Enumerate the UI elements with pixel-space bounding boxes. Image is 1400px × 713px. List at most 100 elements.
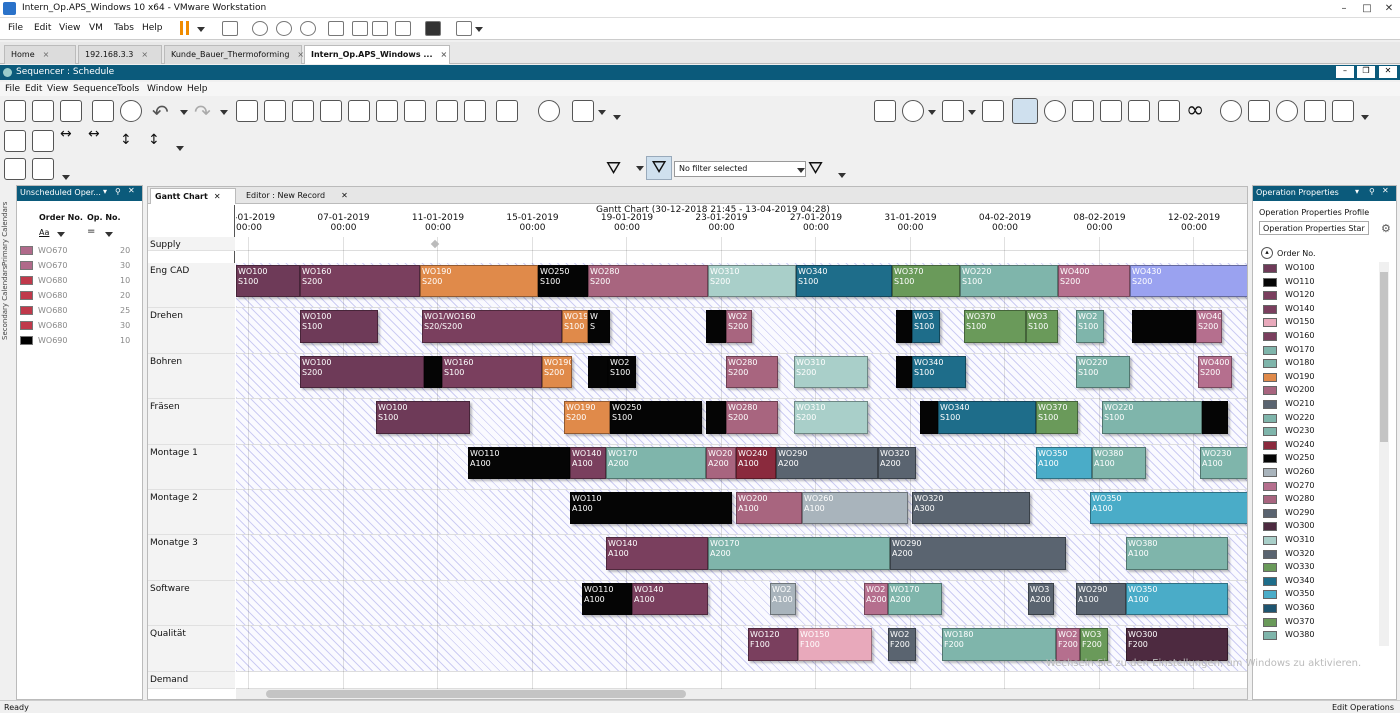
operation-bar[interactable]: WO140 A100 (570, 447, 606, 479)
operation-bar[interactable]: WO190 S200 (420, 265, 538, 297)
order-row[interactable]: WO340 (1261, 575, 1379, 588)
order-row[interactable]: WO140 (1261, 303, 1379, 316)
operation-bar[interactable]: WO1/WO160 S20/S200 (422, 310, 562, 343)
order-row[interactable]: WO250 (1261, 452, 1379, 465)
vm-tab-home[interactable]: Home × (4, 45, 76, 64)
operation-bar[interactable]: WO3 S100 (1026, 310, 1058, 343)
operation-bar[interactable]: WO20 A200 (706, 447, 736, 479)
operation-bar[interactable]: WO100 S100 (376, 401, 470, 434)
sequence-icon[interactable] (464, 100, 486, 122)
operation-bar[interactable]: WO100 S100 (300, 310, 378, 343)
operation-bar[interactable] (706, 310, 726, 343)
filter-text-input[interactable]: Aa (39, 228, 49, 237)
grid-icon[interactable] (4, 130, 26, 152)
operation-bar[interactable]: WO400 S200 (1198, 356, 1232, 388)
chevron-down-icon[interactable] (197, 27, 205, 32)
profile-select[interactable]: Operation Properties Star (1259, 221, 1369, 235)
operation-bar[interactable]: WO140 A100 (606, 537, 708, 570)
operation-bar[interactable] (424, 356, 442, 388)
horizontal-scrollbar[interactable] (236, 689, 1247, 699)
operation-bar[interactable]: WO19 S100 (562, 310, 588, 343)
operation-bar[interactable]: WO370 S100 (892, 265, 960, 297)
operation-bar[interactable]: WO160 S200 (300, 265, 420, 297)
collapse-icon[interactable]: ▴ (1261, 247, 1273, 259)
operation-bar[interactable]: WO350 A100 (1036, 447, 1092, 479)
order-row[interactable]: WO350 (1261, 588, 1379, 601)
operation-bar[interactable]: WO170 A200 (606, 447, 706, 479)
close-icon[interactable]: ✕ (1382, 186, 1389, 195)
unscheduled-row[interactable]: WO680 30 (18, 318, 142, 333)
sort-order-icon[interactable] (942, 100, 964, 122)
app-menu-edit[interactable]: Edit (25, 84, 42, 94)
chevron-down-icon[interactable] (968, 110, 976, 115)
maximize-icon[interactable]: □ (1355, 1, 1379, 16)
operation-bar[interactable] (896, 310, 912, 343)
validate-icon[interactable] (1220, 100, 1242, 122)
check-circle-icon[interactable] (120, 100, 142, 122)
grid-tools-icon[interactable] (1158, 100, 1180, 122)
app-minimize-icon[interactable]: – (1336, 66, 1354, 78)
operation-bar[interactable]: WO250 S100 (610, 401, 702, 434)
dropdown-icon[interactable]: ▾ (1355, 187, 1359, 196)
operation-bar[interactable]: WO110 A100 (570, 492, 732, 524)
operation-bar[interactable]: WO290 A100 (1076, 583, 1126, 615)
expand-width-icon[interactable]: ↔ (60, 126, 72, 142)
order-row[interactable]: WO100 (1261, 262, 1379, 275)
order-row[interactable]: WO150 (1261, 316, 1379, 329)
app-close-icon[interactable]: ✕ (1379, 66, 1397, 78)
chevron-down-icon[interactable] (176, 146, 184, 151)
order-row[interactable]: WO160 (1261, 330, 1379, 343)
order-row[interactable]: WO210 (1261, 398, 1379, 411)
app-menu-tools[interactable]: Tools (117, 84, 139, 94)
operation-bar[interactable]: WO3 F200 (1080, 628, 1108, 661)
tab-gantt-chart[interactable]: Gantt Chart ✕ (150, 188, 236, 204)
order-row[interactable]: WO300 (1261, 520, 1379, 533)
resource-lane[interactable] (236, 237, 1247, 251)
send-keys-icon[interactable] (222, 21, 238, 36)
unscheduled-row[interactable]: WO690 10 (18, 333, 142, 348)
operation-bar[interactable]: WO380 A100 (1126, 537, 1228, 570)
sheet-icon[interactable] (1304, 100, 1326, 122)
chevron-down-icon[interactable] (57, 232, 65, 237)
unscheduled-row[interactable]: WO670 30 (18, 258, 142, 273)
operation-bar[interactable]: WO230 A100 (1200, 447, 1247, 479)
secondary-calendars-tab[interactable]: Secondary Calendars (1, 260, 15, 340)
operation-bar[interactable]: WO220 S100 (960, 265, 1058, 297)
unscheduled-row[interactable]: WO670 20 (18, 243, 142, 258)
swap-icon[interactable] (982, 100, 1004, 122)
save-icon[interactable] (60, 100, 82, 122)
operation-bar[interactable]: WO200 A100 (736, 492, 802, 524)
thumbnail-icon[interactable] (352, 21, 368, 36)
unscheduled-row[interactable]: WO680 25 (18, 303, 142, 318)
stretch-icon[interactable] (456, 21, 472, 36)
shrink-height-icon[interactable]: ↕ (148, 132, 160, 148)
shrink-width-icon[interactable]: ↔ (88, 126, 100, 142)
table-view-icon[interactable] (236, 100, 258, 122)
gear-icon[interactable]: ⚙ (1381, 222, 1391, 235)
operation-bar[interactable]: WO260 A100 (802, 492, 908, 524)
gantt-area[interactable]: 03-01-201900:0007-01-201900:0011-01-2019… (236, 205, 1247, 689)
toolbar-overflow-icon[interactable] (613, 115, 621, 120)
order-row[interactable]: WO280 (1261, 493, 1379, 506)
app-menu-help[interactable]: Help (187, 84, 208, 94)
chevron-down-icon[interactable] (636, 166, 644, 171)
fast-forward-icon[interactable] (902, 100, 924, 122)
zoom-height-icon[interactable]: ↕ (120, 132, 132, 148)
reschedule-icon[interactable] (436, 100, 458, 122)
operation-bar[interactable] (1202, 401, 1228, 434)
operation-bar[interactable]: WO340 S100 (912, 356, 966, 388)
minimize-icon[interactable]: – (1332, 1, 1356, 16)
pin-icon[interactable]: ⚲ (1369, 187, 1375, 196)
pause-icon[interactable] (180, 21, 183, 35)
operation-bar[interactable]: WO190 S200 (564, 401, 610, 434)
operation-bar[interactable]: WO430 S200 (1130, 265, 1247, 297)
app-menu-file[interactable]: File (5, 84, 20, 94)
vm-tab-kunde[interactable]: Kunde_Bauer_Thermoforming × (164, 45, 304, 64)
operation-bar[interactable]: WO290 A200 (776, 447, 878, 479)
app-menu-view[interactable]: View (47, 84, 68, 94)
operation-bar[interactable]: WO2 A200 (864, 583, 888, 615)
app-restore-icon[interactable]: ❐ (1357, 66, 1375, 78)
order-row[interactable]: WO270 (1261, 480, 1379, 493)
close-icon[interactable]: ✕ (1377, 1, 1400, 16)
resource-lane[interactable] (236, 672, 1247, 689)
